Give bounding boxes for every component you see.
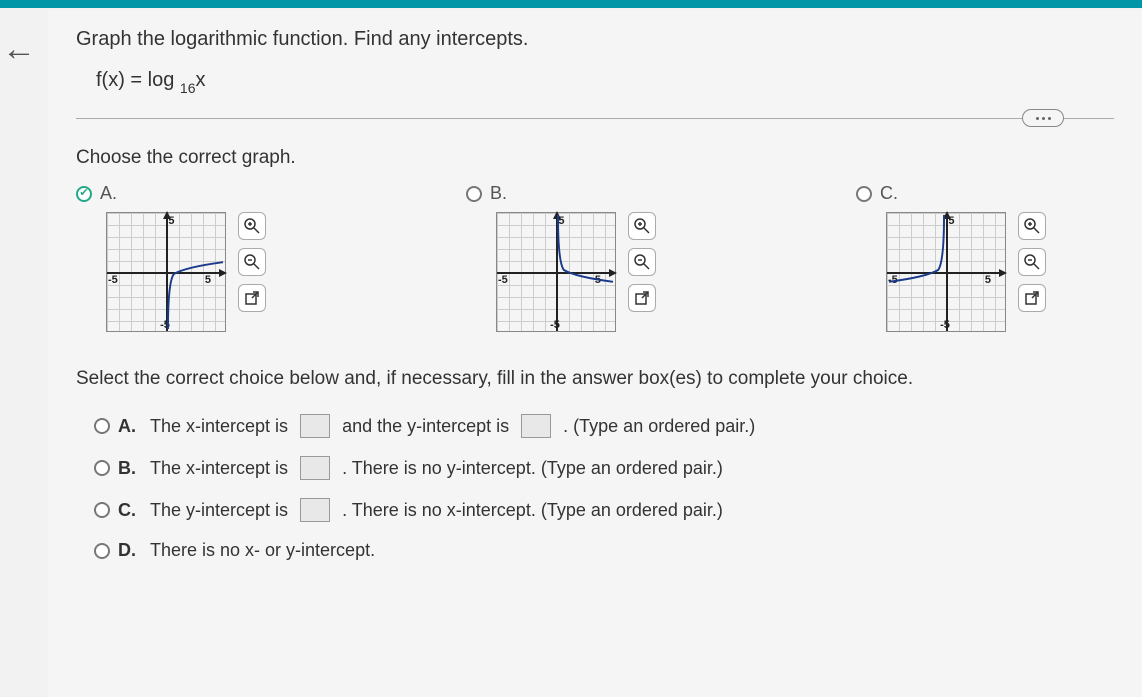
back-arrow-icon[interactable]: ←	[2, 30, 36, 69]
answer-c-letter: C.	[118, 500, 136, 521]
answer-b-letter: B.	[118, 458, 136, 479]
top-accent-bar	[0, 0, 1142, 8]
radio-graph-c[interactable]	[856, 186, 872, 202]
radio-graph-b[interactable]	[466, 186, 482, 202]
instruction-text: Select the correct choice below and, if …	[76, 368, 1114, 390]
popout-icon[interactable]	[238, 284, 266, 312]
graph-option-c-label-row[interactable]: C.	[856, 183, 1046, 204]
divider-line	[76, 118, 1114, 119]
answer-row-c[interactable]: C. The y-intercept is . There is no x-in…	[94, 498, 1114, 522]
graph-option-b-label-row[interactable]: B.	[466, 183, 656, 204]
graph-a-tools	[238, 212, 266, 312]
answer-b-p2: . There is no y-intercept. (Type an orde…	[342, 458, 723, 479]
zoom-in-icon[interactable]	[628, 212, 656, 240]
graph-c-curve	[887, 213, 1005, 331]
answer-row-d[interactable]: D. There is no x- or y-intercept.	[94, 540, 1114, 561]
popout-icon[interactable]	[628, 284, 656, 312]
graph-option-a-label: A.	[100, 183, 117, 204]
answer-d-letter: D.	[118, 540, 136, 561]
answer-c-p2: . There is no x-intercept. (Type an orde…	[342, 500, 723, 521]
graph-a-curve	[107, 213, 225, 331]
graph-c-tools	[1018, 212, 1046, 312]
answer-a-p3: . (Type an ordered pair.)	[563, 416, 755, 437]
answer-c-blank1[interactable]	[300, 498, 330, 522]
formula-text: f(x) = log 16x	[96, 69, 1114, 94]
graph-option-b-label: B.	[490, 183, 507, 204]
answer-d-p1: There is no x- or y-intercept.	[150, 540, 375, 561]
answer-row-a[interactable]: A. The x-intercept is and the y-intercep…	[94, 414, 1114, 438]
graph-options-row: A. 5 -5 -5 5	[76, 183, 1114, 332]
radio-answer-b[interactable]	[94, 460, 110, 476]
graph-a-body: 5 -5 -5 5	[106, 212, 266, 332]
radio-answer-d[interactable]	[94, 543, 110, 559]
graph-b-body: 5 -5 -5 5	[496, 212, 656, 332]
graph-option-a: A. 5 -5 -5 5	[76, 183, 266, 332]
zoom-out-icon[interactable]	[1018, 248, 1046, 276]
graph-option-b: B. 5 -5 -5 5	[466, 183, 656, 332]
radio-answer-a[interactable]	[94, 418, 110, 434]
choose-graph-heading: Choose the correct graph.	[76, 147, 1114, 169]
graph-b-grid: 5 -5 -5 5	[496, 212, 616, 332]
graph-option-a-label-row[interactable]: A.	[76, 183, 266, 204]
answer-b-p1: The x-intercept is	[150, 458, 288, 479]
answer-row-b[interactable]: B. The x-intercept is . There is no y-in…	[94, 456, 1114, 480]
graph-a-grid: 5 -5 -5 5	[106, 212, 226, 332]
answer-a-blank1[interactable]	[300, 414, 330, 438]
graph-b-curve	[497, 213, 615, 331]
graph-b-tools	[628, 212, 656, 312]
more-menu-button[interactable]	[1022, 109, 1064, 127]
formula-tail: x	[196, 69, 206, 91]
answer-b-blank1[interactable]	[300, 456, 330, 480]
zoom-out-icon[interactable]	[238, 248, 266, 276]
answer-a-p1: The x-intercept is	[150, 416, 288, 437]
radio-graph-a[interactable]	[76, 186, 92, 202]
answer-a-letter: A.	[118, 416, 136, 437]
answer-a-blank2[interactable]	[521, 414, 551, 438]
zoom-in-icon[interactable]	[1018, 212, 1046, 240]
content-panel: Graph the logarithmic function. Find any…	[48, 10, 1142, 697]
graph-option-c-label: C.	[880, 183, 898, 204]
answer-c-p1: The y-intercept is	[150, 500, 288, 521]
graph-option-c: C. 5 -5 -5 5	[856, 183, 1046, 332]
formula-head: f(x) = log	[96, 69, 174, 91]
formula-subscript: 16	[180, 80, 196, 96]
graph-c-body: 5 -5 -5 5	[886, 212, 1046, 332]
radio-answer-c[interactable]	[94, 502, 110, 518]
question-text: Graph the logarithmic function. Find any…	[76, 28, 1114, 51]
graph-c-grid: 5 -5 -5 5	[886, 212, 1006, 332]
answer-a-p2: and the y-intercept is	[342, 416, 509, 437]
zoom-out-icon[interactable]	[628, 248, 656, 276]
zoom-in-icon[interactable]	[238, 212, 266, 240]
popout-icon[interactable]	[1018, 284, 1046, 312]
